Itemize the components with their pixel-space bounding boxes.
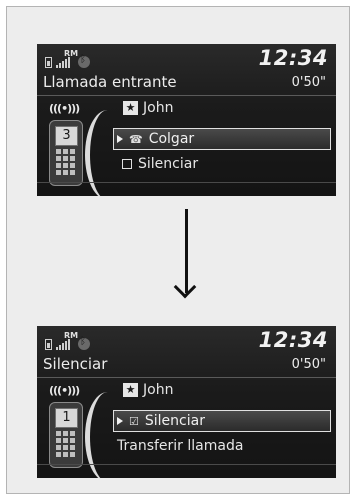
checkbox-icon [122, 159, 132, 169]
checkbox-checked-icon: ☑ [129, 414, 139, 428]
phone-call-screen-mute: RM 12:34 Silenciar 0'50" (((•))) ★ John … [37, 326, 336, 478]
call-duration: 0'50" [291, 357, 326, 372]
menu-item-label: Transferir llamada [117, 438, 244, 454]
favorite-star-icon: ★ [123, 101, 138, 115]
selector-arc [85, 110, 130, 196]
roaming-label: RM [64, 49, 79, 58]
call-waves-icon: (((•))) [49, 102, 80, 115]
selection-pointer-icon [117, 135, 123, 143]
status-bar: RM [45, 331, 90, 350]
phone-keypad [56, 149, 75, 175]
figure-frame: RM 12:34 Llamada entrante 0'50" (((•))) … [6, 6, 350, 494]
contact-row: ★ John [123, 100, 173, 116]
divider [37, 377, 336, 378]
contact-name: John [143, 382, 174, 398]
divider [37, 464, 336, 465]
menu-item[interactable]: Transferir llamada [117, 438, 243, 454]
status-bar: RM [45, 49, 90, 68]
selector-arc [85, 392, 130, 478]
signal-icon: RM [56, 49, 78, 68]
clock-time: 12:34 [258, 328, 328, 352]
menu-item-selected[interactable]: ☎ Colgar [113, 128, 331, 150]
favorite-star-icon: ★ [123, 383, 138, 397]
phone-screen-digit: 1 [55, 408, 78, 428]
phone-screen-digit: 3 [55, 126, 78, 146]
selection-pointer-icon [117, 417, 123, 425]
battery-icon [45, 339, 52, 350]
contact-name: John [143, 100, 174, 116]
screen-title: Silenciar [43, 355, 108, 373]
divider [37, 182, 336, 183]
down-arrow-icon [185, 209, 188, 293]
phone-keypad [56, 431, 75, 457]
clock-time: 12:34 [258, 46, 328, 70]
handset-icon: ☎ [129, 132, 143, 146]
menu-item-selected[interactable]: ☑ Silenciar [113, 410, 331, 432]
call-waves-icon: (((•))) [49, 384, 80, 397]
signal-icon: RM [56, 331, 78, 350]
menu-item-label: Silenciar [138, 156, 199, 172]
menu-item[interactable]: Silenciar [122, 156, 198, 172]
roaming-label: RM [64, 331, 79, 340]
bluetooth-icon [78, 336, 90, 350]
battery-icon [45, 57, 52, 68]
divider [37, 95, 336, 96]
call-duration: 0'50" [291, 75, 326, 90]
phone-illustration-icon: 3 [49, 120, 83, 186]
screen-title: Llamada entrante [43, 73, 177, 91]
menu-item-label: Colgar [148, 131, 195, 147]
phone-illustration-icon: 1 [49, 402, 83, 468]
phone-call-screen-incoming: RM 12:34 Llamada entrante 0'50" (((•))) … [37, 44, 336, 196]
contact-row: ★ John [123, 382, 173, 398]
bluetooth-icon [78, 54, 90, 68]
menu-item-label: Silenciar [144, 413, 205, 429]
